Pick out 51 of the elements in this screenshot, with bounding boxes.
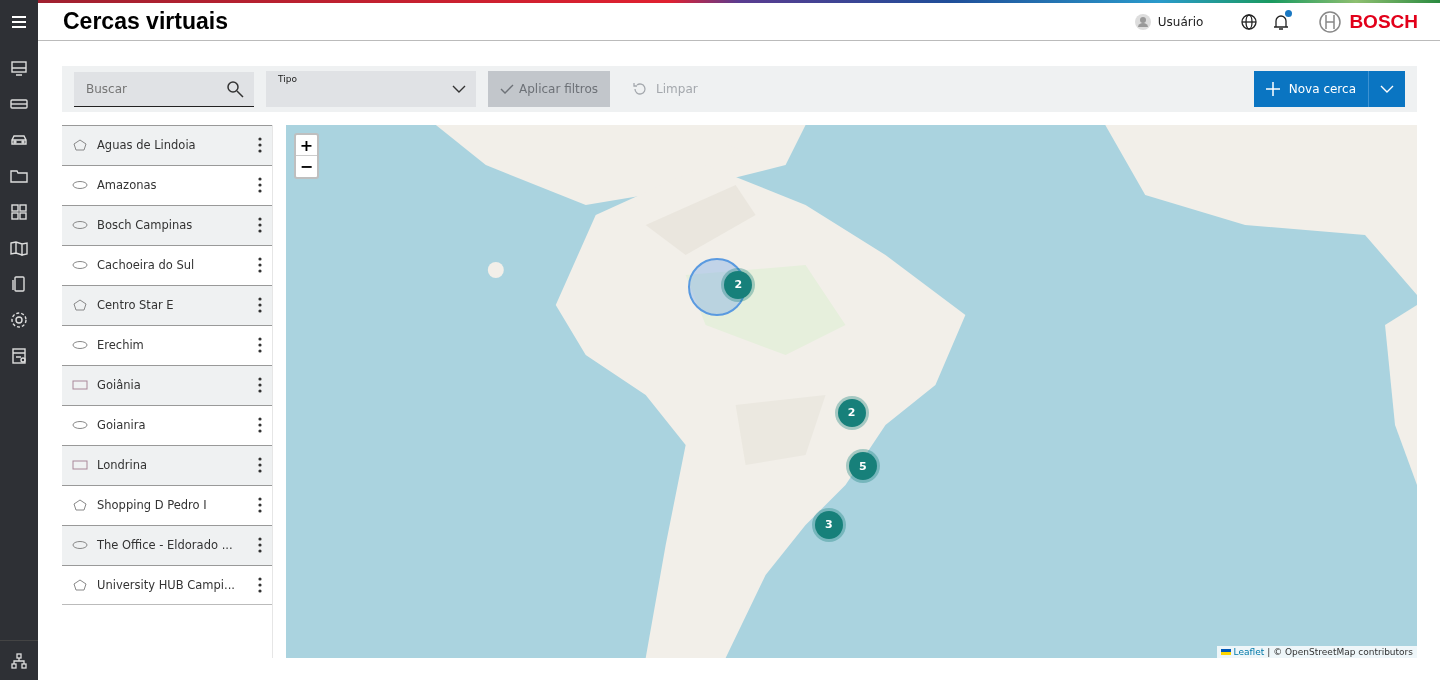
ellipse-icon xyxy=(72,339,88,351)
fence-name: Amazonas xyxy=(97,178,158,192)
fence-list-item[interactable]: Londrina xyxy=(62,445,272,485)
fence-name: Aguas de Lindoia xyxy=(97,138,197,152)
search-field[interactable]: Buscar xyxy=(74,71,254,107)
reset-icon xyxy=(632,81,649,97)
fence-list-item[interactable]: Centro Star E xyxy=(62,285,272,325)
attribution-text: | © OpenStreetMap contributors xyxy=(1267,647,1413,657)
type-dropdown[interactable]: Tipo xyxy=(266,71,476,107)
fence-name: The Office - Eldorado ... xyxy=(97,538,234,552)
fence-list-item[interactable]: The Office - Eldorado ... xyxy=(62,525,272,565)
ellipse-icon xyxy=(72,219,88,231)
fence-name: Goianira xyxy=(97,418,147,432)
user-menu[interactable]: Usuário xyxy=(1134,13,1204,30)
fence-name: Goiânia xyxy=(97,378,142,392)
fence-name: Erechim xyxy=(97,338,145,352)
ellipse-icon xyxy=(72,419,88,431)
polygon-icon xyxy=(72,499,88,511)
search-icon[interactable] xyxy=(226,79,244,98)
ellipse-icon xyxy=(72,179,88,191)
chevron-down-icon xyxy=(1380,85,1394,93)
fence-name: Centro Star E xyxy=(97,298,175,312)
polygon-icon xyxy=(72,299,88,311)
plus-icon xyxy=(1265,82,1280,96)
logo-icon xyxy=(1319,10,1342,33)
fence-name: University HUB Campi... xyxy=(97,578,237,592)
ellipse-icon xyxy=(72,259,88,271)
fence-name: Shopping D Pedro I xyxy=(97,498,208,512)
polygon-icon xyxy=(72,579,88,591)
rectangle-icon xyxy=(72,379,88,391)
page-title: Cercas virtuais xyxy=(63,8,229,35)
fence-list-item[interactable]: Aguas de Lindoia xyxy=(62,125,272,165)
fence-name: Bosch Campinas xyxy=(97,218,194,232)
chevron-down-icon xyxy=(452,85,466,93)
brand-name: BOSCH xyxy=(1349,10,1418,33)
fence-list-item[interactable]: University HUB Campi... xyxy=(62,565,272,605)
notification-bell-icon[interactable] xyxy=(1272,12,1291,31)
fence-name: Londrina xyxy=(97,458,149,472)
fence-list-item[interactable]: Goiânia xyxy=(62,365,272,405)
polygon-icon xyxy=(72,139,88,151)
zoom-out-button[interactable]: − xyxy=(296,156,317,177)
flag-icon xyxy=(1220,649,1231,655)
ellipse-icon xyxy=(72,539,88,551)
leaflet-link[interactable]: Leaflet xyxy=(1233,647,1265,657)
fence-name: Cachoeira do Sul xyxy=(97,258,196,272)
fence-list-item[interactable]: Bosch Campinas xyxy=(62,205,272,245)
avatar-icon xyxy=(1134,13,1151,30)
check-icon xyxy=(500,84,514,94)
zoom-in-button[interactable]: + xyxy=(296,135,317,156)
rectangle-icon xyxy=(72,459,88,471)
new-fence-button[interactable]: Nova cerca xyxy=(1253,71,1369,107)
